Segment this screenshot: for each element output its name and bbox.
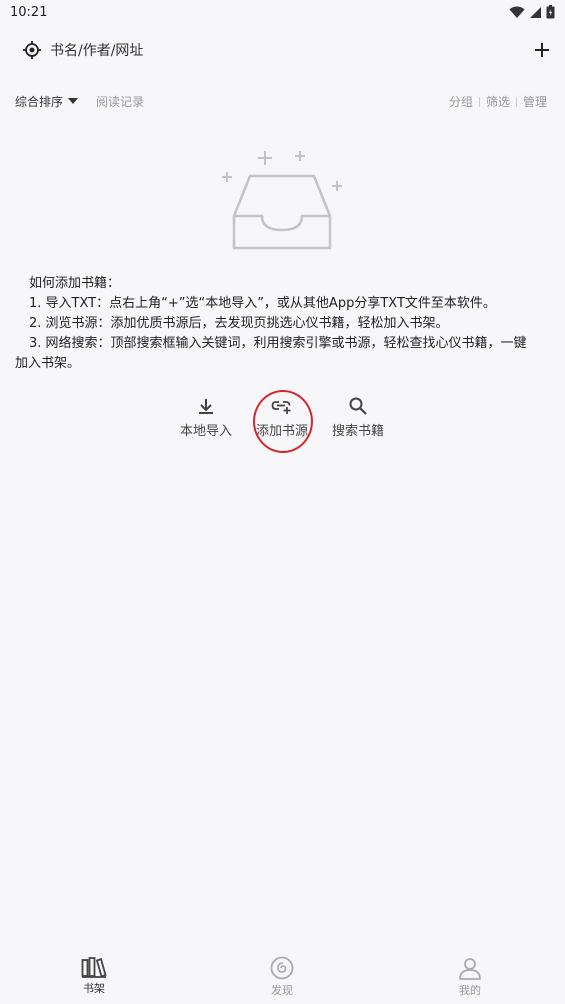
search-input[interactable]: 书名/作者/网址 bbox=[50, 40, 143, 60]
empty-inbox-icon bbox=[222, 151, 342, 250]
discover-icon bbox=[270, 956, 294, 980]
howto-step-3-cont: 加入书架。 bbox=[15, 356, 81, 371]
bottom-nav: 书架 发现 我的 bbox=[0, 950, 565, 1004]
search-icon bbox=[349, 397, 367, 415]
how-to-add-books: 如何添加书籍： 1. 导入TXT：点右上角“+”选“本地导入”，或从其他App分… bbox=[15, 274, 550, 374]
search-books-label: 搜索书籍 bbox=[331, 424, 384, 439]
divider bbox=[478, 96, 480, 107]
tab-discover-label: 发现 bbox=[271, 984, 293, 997]
tab-mine[interactable]: 我的 bbox=[440, 950, 500, 998]
tab-discover[interactable]: 发现 bbox=[252, 950, 312, 998]
status-bar: 10:21 bbox=[0, 0, 565, 24]
howto-step-3: 3. 网络搜索：顶部搜索框输入关键词，利用搜索引擎或书源，轻松查找心仪书籍，一键 bbox=[29, 336, 527, 351]
divider bbox=[515, 96, 517, 107]
sort-dropdown[interactable]: 综合排序 bbox=[15, 93, 63, 110]
wifi-icon bbox=[509, 6, 525, 18]
search-books-button[interactable]: 搜索书籍 bbox=[318, 394, 398, 444]
manage-button[interactable]: 管理 bbox=[523, 93, 547, 110]
local-import-label: 本地导入 bbox=[179, 424, 232, 439]
search-bar[interactable]: 书名/作者/网址 bbox=[0, 32, 565, 68]
local-import-button[interactable]: 本地导入 bbox=[166, 394, 246, 444]
group-button[interactable]: 分组 bbox=[449, 93, 473, 110]
download-icon bbox=[199, 399, 213, 414]
howto-title: 如何添加书籍： bbox=[29, 276, 121, 291]
sort-row: 综合排序 阅读记录 分组 筛选 管理 bbox=[0, 90, 565, 112]
signal-icon bbox=[530, 6, 541, 18]
add-icon[interactable] bbox=[532, 40, 552, 60]
battery-icon bbox=[546, 5, 555, 19]
howto-step-2: 2. 浏览书源：添加优质书源后，去发现页挑选心仪书籍，轻松加入书架。 bbox=[29, 316, 449, 331]
reading-history-link[interactable]: 阅读记录 bbox=[96, 93, 144, 110]
profile-icon bbox=[459, 958, 481, 980]
highlight-circle bbox=[253, 390, 313, 453]
shelf-actions: 分组 筛选 管理 bbox=[449, 93, 547, 110]
status-icons bbox=[509, 5, 555, 19]
tab-mine-label: 我的 bbox=[459, 984, 481, 997]
tab-bookshelf-label: 书架 bbox=[83, 982, 105, 995]
filter-button[interactable]: 筛选 bbox=[486, 93, 510, 110]
bookshelf-icon bbox=[81, 957, 107, 978]
locate-icon[interactable] bbox=[22, 40, 42, 60]
tab-bookshelf[interactable]: 书架 bbox=[64, 950, 124, 996]
status-time: 10:21 bbox=[10, 4, 48, 20]
howto-step-1: 1. 导入TXT：点右上角“+”选“本地导入”，或从其他App分享TXT文件至本… bbox=[29, 296, 496, 311]
caret-down-icon[interactable] bbox=[68, 98, 78, 104]
